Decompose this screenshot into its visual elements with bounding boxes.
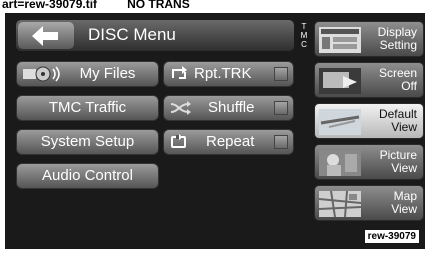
shuffle-icon: [170, 101, 191, 115]
default-view-button[interactable]: Default View: [314, 103, 424, 139]
back-button[interactable]: [18, 22, 74, 49]
caption-note: NO TRANS: [127, 0, 190, 11]
display-setting-button[interactable]: Display Setting: [314, 21, 424, 57]
screen-off-label: Screen Off: [378, 66, 417, 93]
repeat-icon: [171, 134, 186, 148]
audio-control-label: Audio Control: [42, 167, 133, 184]
rpt-trk-button[interactable]: Rpt.TRK: [163, 61, 294, 87]
tmc-traffic-button[interactable]: TMC Traffic: [16, 95, 159, 121]
my-files-button[interactable]: My Files: [16, 61, 159, 87]
system-setup-label: System Setup: [40, 133, 135, 150]
page-title: DISC Menu: [88, 25, 176, 44]
figure-code: rew-39079: [364, 230, 419, 243]
default-view-thumbnail: [319, 109, 361, 135]
map-view-thumbnail: [319, 191, 361, 217]
tmc-indicator: T M C: [300, 22, 308, 49]
map-view-label: Map View: [391, 189, 417, 216]
audio-control-button[interactable]: Audio Control: [16, 163, 159, 189]
header-bar: DISC Menu: [16, 20, 294, 51]
rpt-trk-checkbox[interactable]: [274, 67, 288, 81]
arrow-left-icon: [32, 26, 58, 46]
caption: art=rew-39079.tif NO TRANS: [2, 0, 190, 11]
repeat-checkbox[interactable]: [274, 135, 288, 149]
system-setup-button[interactable]: System Setup: [16, 129, 159, 155]
repeat-button[interactable]: Repeat: [163, 129, 294, 155]
default-view-label: Default View: [378, 107, 417, 134]
screen: DISC Menu T M C My Files TMC Traffic Sys…: [5, 13, 425, 249]
display-setting-label: Display Setting: [377, 25, 417, 52]
map-view-button[interactable]: Map View: [314, 185, 424, 221]
shuffle-checkbox[interactable]: [274, 101, 288, 115]
picture-view-thumbnail: [319, 150, 361, 176]
repeat-track-icon: [172, 66, 187, 79]
display-setting-thumbnail: [319, 27, 361, 53]
caption-art: art=rew-39079.tif: [2, 0, 98, 11]
shuffle-button[interactable]: Shuffle: [163, 95, 294, 121]
tmc-traffic-label: TMC Traffic: [48, 99, 127, 116]
picture-view-button[interactable]: Picture View: [314, 144, 424, 180]
screen-off-button[interactable]: Screen Off: [314, 62, 424, 98]
media-files-icon: [23, 66, 60, 82]
screen-off-thumbnail: [319, 68, 361, 94]
picture-view-label: Picture View: [379, 148, 417, 175]
